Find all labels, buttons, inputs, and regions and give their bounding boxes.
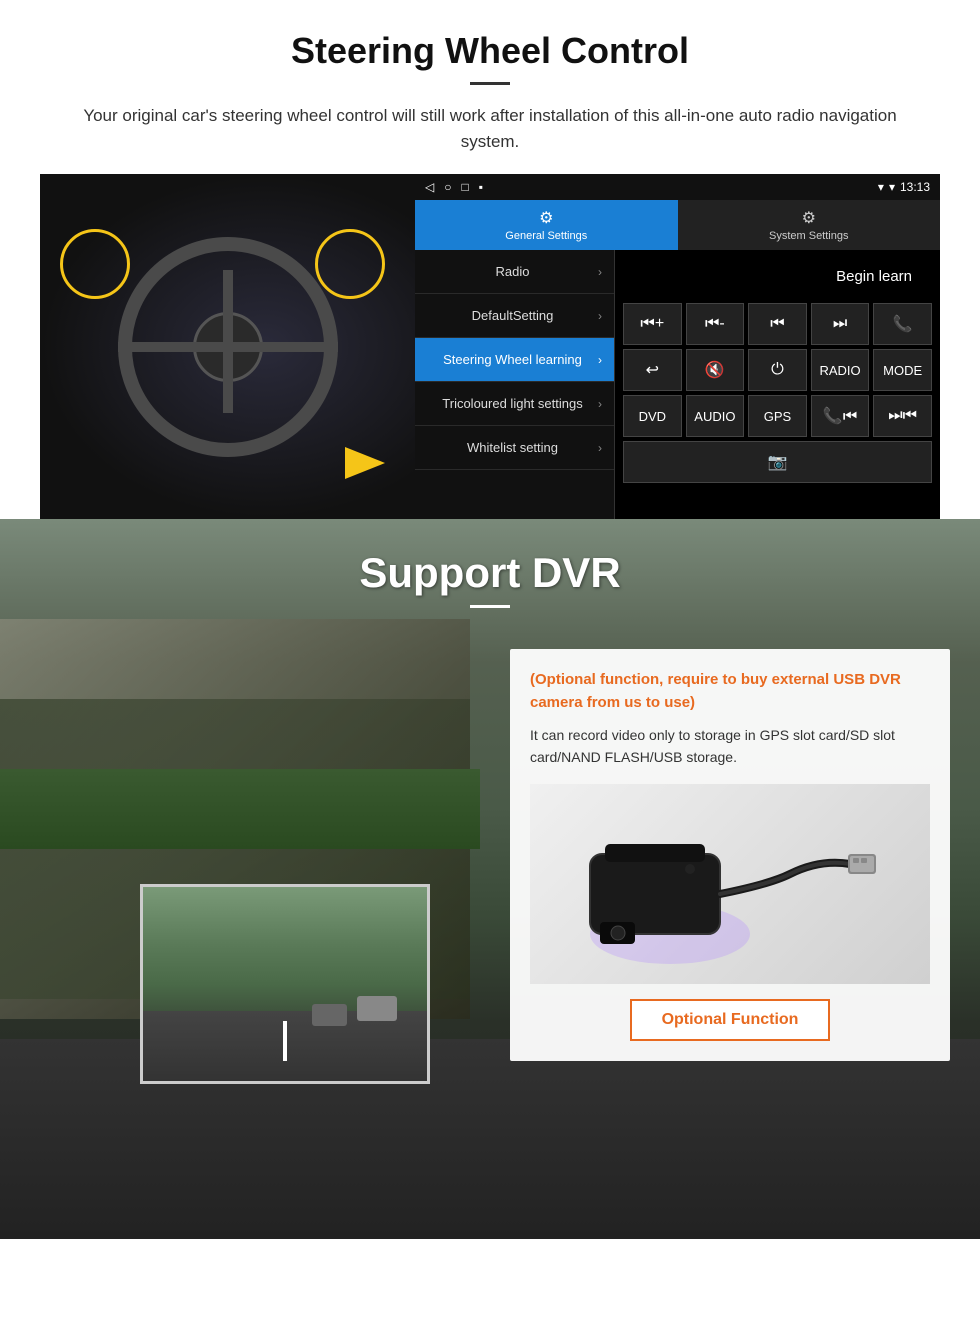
chevron-icon: › bbox=[598, 353, 602, 367]
statusbar-nav: ◁ ○ □ ▪ bbox=[425, 180, 483, 194]
ctrl-btn-dvd[interactable]: DVD bbox=[623, 395, 682, 437]
chevron-icon: › bbox=[598, 265, 602, 279]
chevron-icon: › bbox=[598, 309, 602, 323]
ctrl-btn-audio[interactable]: AUDIO bbox=[686, 395, 745, 437]
signal-icon: ▾ bbox=[878, 180, 884, 194]
dvr-thumb-car-2 bbox=[312, 1004, 347, 1026]
ctrl-btn-call-prev[interactable]: 📞⏮ bbox=[811, 395, 870, 437]
dvr-title-divider bbox=[470, 605, 510, 608]
nav-square-icon[interactable]: □ bbox=[461, 180, 468, 194]
right-control-highlight bbox=[315, 229, 385, 299]
section-dvr: Support DVR (Optional function, require … bbox=[0, 519, 980, 1239]
tab-general-settings[interactable]: ⚙ General Settings bbox=[415, 200, 678, 250]
dvr-optional-note: (Optional function, require to buy exter… bbox=[530, 669, 930, 714]
begin-learn-button[interactable]: Begin learn bbox=[816, 258, 932, 295]
ctrl-btn-vol-up[interactable]: ⏮+ bbox=[623, 303, 682, 345]
ctrl-btn-camera[interactable]: 📷 bbox=[623, 441, 932, 483]
control-row-2: ↩ 🔇 ⏻ RADIO MODE bbox=[623, 349, 932, 391]
ctrl-btn-gps[interactable]: GPS bbox=[748, 395, 807, 437]
nav-back-icon[interactable]: ◁ bbox=[425, 180, 434, 194]
dvr-thumb-road-line bbox=[283, 1021, 287, 1061]
dvr-footage-thumbnail bbox=[140, 884, 430, 1084]
ctrl-btn-prev[interactable]: ⏮ bbox=[748, 303, 807, 345]
android-content-area: Radio › DefaultSetting › Steering Wheel … bbox=[415, 250, 940, 519]
control-buttons-grid: ⏮+ ⏮- ⏮ ⏭ 📞 ↩ 🔇 ⏻ RADIO MODE bbox=[623, 303, 932, 483]
dvr-section-title: Support DVR bbox=[0, 549, 980, 597]
control-row-4: 📷 bbox=[623, 441, 932, 483]
tab-system-settings[interactable]: ⚙ System Settings bbox=[678, 200, 941, 250]
android-ui-panel: ◁ ○ □ ▪ ▾ ▾ 13:13 ⚙ General Settings bbox=[415, 174, 940, 519]
dvr-description-text: It can record video only to storage in G… bbox=[530, 724, 930, 769]
section-steering-wheel: Steering Wheel Control Your original car… bbox=[0, 0, 980, 519]
ctrl-btn-mode[interactable]: MODE bbox=[873, 349, 932, 391]
dvr-camera-image bbox=[530, 784, 930, 984]
dvr-info-card: (Optional function, require to buy exter… bbox=[510, 649, 950, 1061]
dvr-title-area: Support DVR bbox=[0, 519, 980, 618]
ctrl-btn-mute[interactable]: 🔇 bbox=[686, 349, 745, 391]
steering-controls-panel: Begin learn ⏮+ ⏮- ⏮ ⏭ 📞 ↩ bbox=[615, 250, 940, 519]
ctrl-btn-back[interactable]: ↩ bbox=[623, 349, 682, 391]
android-statusbar: ◁ ○ □ ▪ ▾ ▾ 13:13 bbox=[415, 174, 940, 200]
ctrl-btn-next[interactable]: ⏭ bbox=[811, 303, 870, 345]
menu-item-tricoloured[interactable]: Tricoloured light settings › bbox=[415, 382, 614, 426]
statusbar-status: ▾ ▾ 13:13 bbox=[878, 180, 930, 194]
direction-arrow bbox=[345, 447, 405, 479]
steering-wheel-graphic bbox=[118, 237, 338, 457]
chevron-icon: › bbox=[598, 441, 602, 455]
title-divider bbox=[470, 82, 510, 85]
nav-home-icon[interactable]: ○ bbox=[444, 180, 451, 194]
ctrl-btn-call[interactable]: 📞 bbox=[873, 303, 932, 345]
android-menu-panel: Radio › DefaultSetting › Steering Wheel … bbox=[415, 250, 615, 519]
ctrl-btn-radio[interactable]: RADIO bbox=[811, 349, 870, 391]
system-icon: ⚙ bbox=[802, 208, 816, 228]
android-tabs: ⚙ General Settings ⚙ System Settings bbox=[415, 200, 940, 250]
nav-menu-icon[interactable]: ▪ bbox=[479, 180, 483, 194]
control-row-1: ⏮+ ⏮- ⏮ ⏭ 📞 bbox=[623, 303, 932, 345]
ctrl-btn-power[interactable]: ⏻ bbox=[748, 349, 807, 391]
optional-function-button[interactable]: Optional Function bbox=[630, 999, 831, 1041]
menu-item-radio[interactable]: Radio › bbox=[415, 250, 614, 294]
dvr-vegetation bbox=[0, 769, 480, 849]
device-demo-container: ◁ ○ □ ▪ ▾ ▾ 13:13 ⚙ General Settings bbox=[40, 174, 940, 519]
begin-learn-row: Begin learn bbox=[623, 258, 932, 295]
dvr-camera-svg bbox=[570, 794, 890, 974]
dvr-thumb-car-1 bbox=[357, 996, 397, 1021]
clock-display: 13:13 bbox=[900, 180, 930, 194]
steering-wheel-photo bbox=[40, 174, 415, 519]
chevron-icon: › bbox=[598, 397, 602, 411]
tab-general-label: General Settings bbox=[505, 230, 587, 242]
ctrl-btn-vol-down[interactable]: ⏮- bbox=[686, 303, 745, 345]
ctrl-btn-call-next[interactable]: ⏭⏮ bbox=[873, 395, 932, 437]
menu-item-default-setting[interactable]: DefaultSetting › bbox=[415, 294, 614, 338]
wifi-icon: ▾ bbox=[889, 180, 895, 194]
left-control-highlight bbox=[60, 229, 130, 299]
page-title: Steering Wheel Control bbox=[40, 30, 940, 72]
control-row-3: DVD AUDIO GPS 📞⏮ ⏭⏮ bbox=[623, 395, 932, 437]
steering-wheel-bg bbox=[40, 174, 415, 519]
menu-item-whitelist[interactable]: Whitelist setting › bbox=[415, 426, 614, 470]
settings-gear-icon: ⚙ bbox=[539, 208, 553, 228]
subtitle-text: Your original car's steering wheel contr… bbox=[60, 103, 920, 154]
tab-system-label: System Settings bbox=[769, 230, 848, 242]
menu-item-steering-wheel[interactable]: Steering Wheel learning › bbox=[415, 338, 614, 382]
